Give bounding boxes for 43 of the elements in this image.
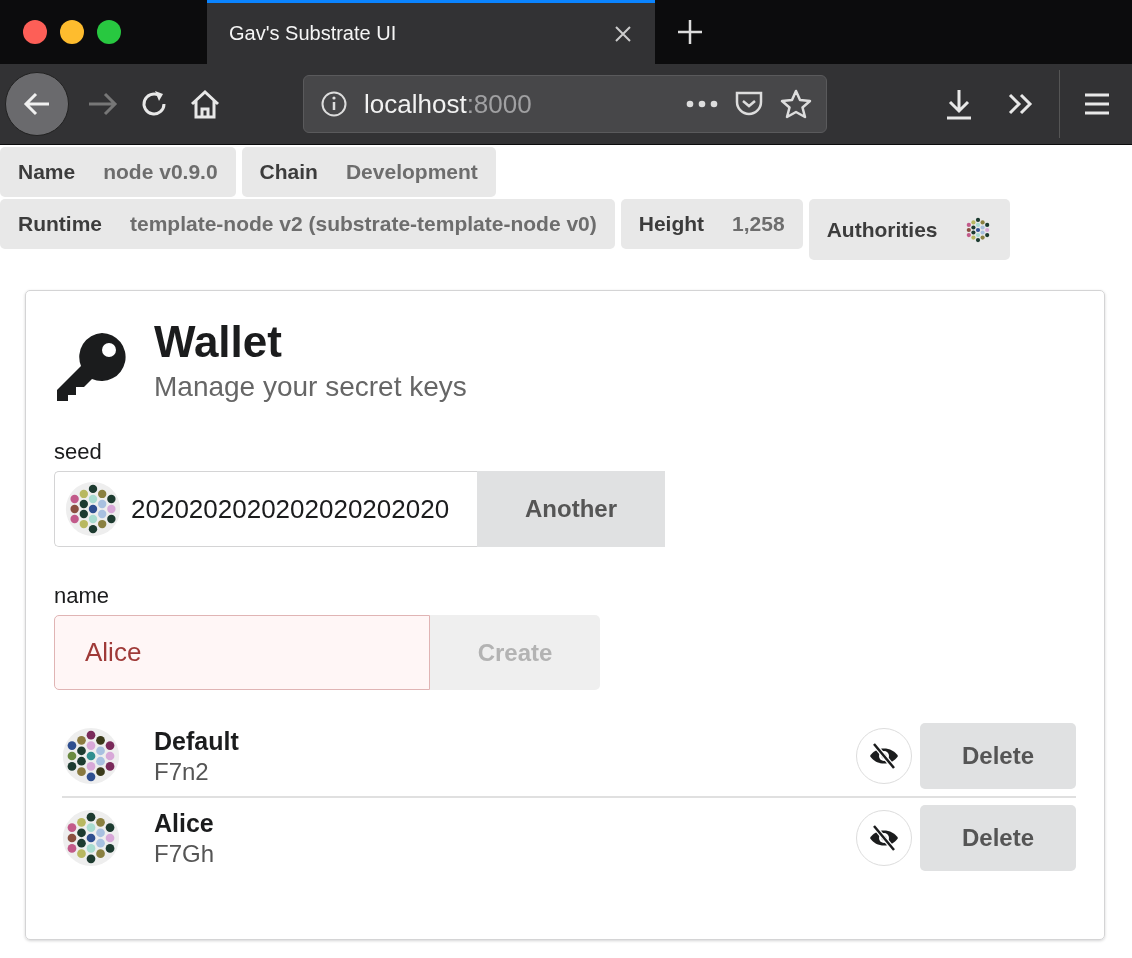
label-value: node v0.9.0 [103,160,218,184]
label-value: Development [345,160,478,184]
account-address: F7Gh [154,839,216,868]
label-value: 1,258 [732,212,785,236]
close-icon[interactable] [613,23,633,44]
identicon-icon [62,809,120,867]
hide-button[interactable] [856,728,912,784]
another-button[interactable]: Another [477,471,665,547]
more-icon[interactable] [686,100,718,108]
seed-label: seed [54,439,103,465]
star-icon[interactable] [780,89,812,119]
label-name: Height [638,212,705,236]
account-name: Alice [154,808,215,838]
delete-button[interactable]: Delete [920,723,1076,789]
browser-tab[interactable]: Gav's Substrate UI [207,0,655,64]
pocket-icon[interactable] [734,90,764,118]
home-icon[interactable] [189,89,221,119]
identicon-icon [65,481,121,537]
identicon-icon [62,727,120,785]
label-name: Name [18,160,76,184]
address-bar[interactable]: localhost:8000 [303,75,827,133]
hide-button[interactable] [856,810,912,866]
close-window-button[interactable] [23,20,47,44]
wallet-title: Wallet [154,317,283,367]
label-name: Runtime [18,212,102,236]
label-name: Authorities [826,217,938,242]
download-icon[interactable] [945,88,973,120]
label-value: template-node v2 (substrate-template-node v0) [130,212,597,236]
chevrons-icon[interactable] [1007,92,1035,116]
menu-icon[interactable] [1084,93,1110,115]
account-name: Default [154,726,240,756]
eye-slash-icon [868,824,900,852]
seed-field[interactable]: 2020202020202020202020 [54,471,477,547]
eye-slash-icon [868,742,900,770]
info-icon[interactable] [320,90,348,118]
wallet-subtitle: Manage your secret keys [154,371,467,403]
name-label: name [54,583,111,609]
new-tab-icon[interactable] [677,19,703,45]
maximize-window-button[interactable] [97,20,121,44]
label-name: Chain [259,160,318,184]
minimize-window-button[interactable] [60,20,84,44]
delete-button[interactable]: Delete [920,805,1076,871]
account-address: F7n2 [154,757,210,786]
